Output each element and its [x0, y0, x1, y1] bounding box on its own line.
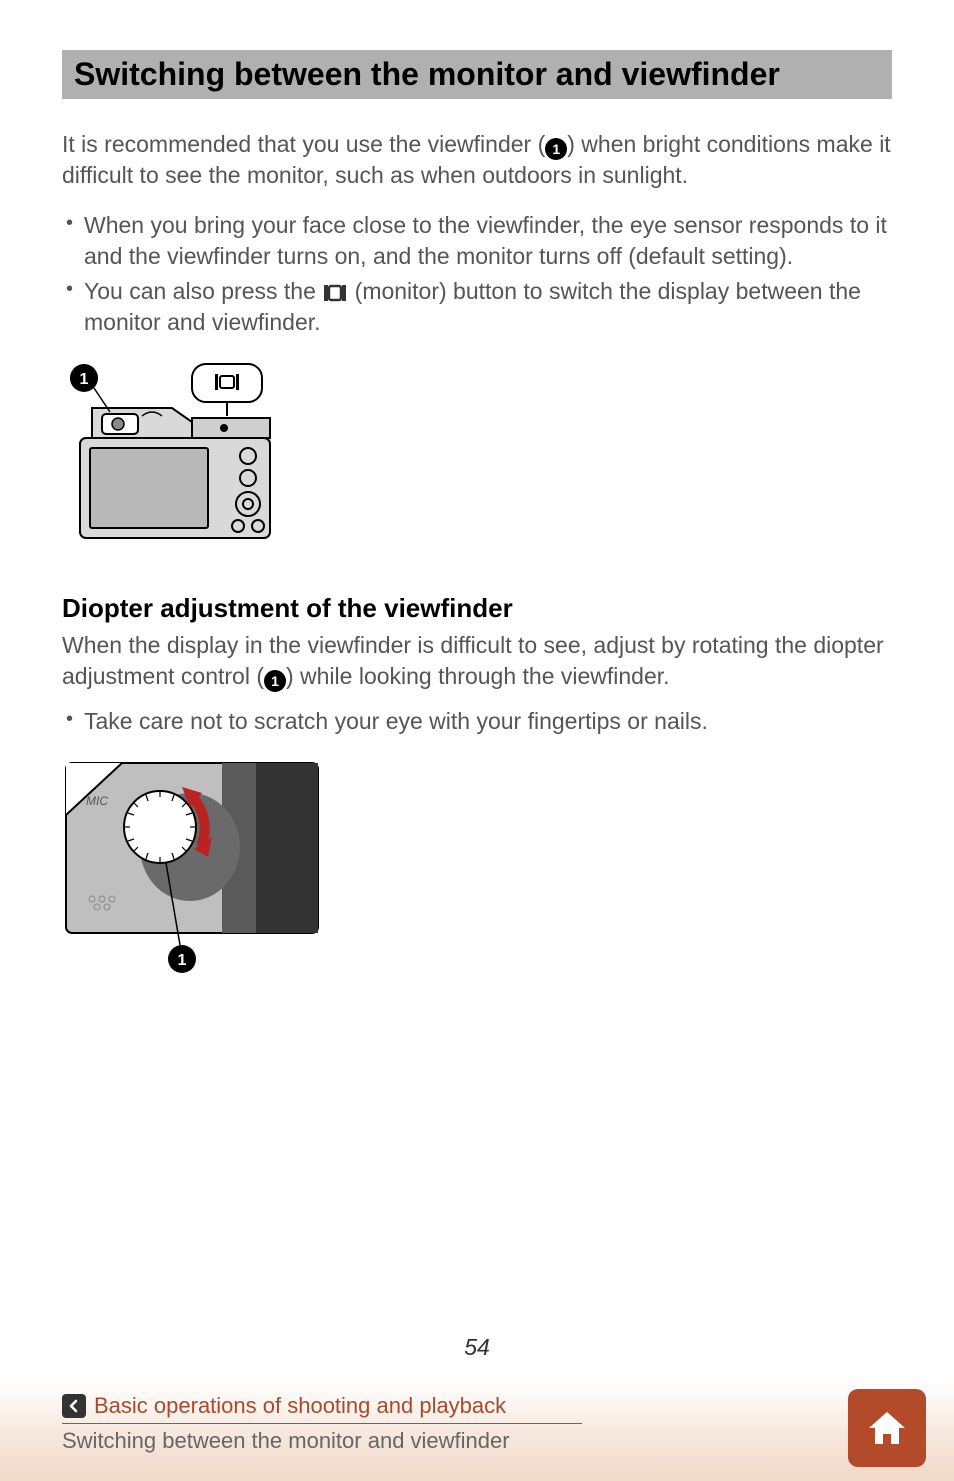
callout-marker-1: 1: [545, 138, 567, 160]
footer-inner: Basic operations of shooting and playbac…: [62, 1393, 804, 1454]
footer-divider: [62, 1423, 582, 1424]
home-button[interactable]: [848, 1389, 926, 1467]
bullet-item-1: When you bring your face close to the vi…: [62, 210, 892, 272]
bullet-item-2: You can also press the (monitor) button …: [62, 276, 892, 338]
page-number: 54: [0, 1334, 954, 1361]
callout-marker-1b: 1: [264, 670, 286, 692]
diopter-body: When the display in the viewfinder is di…: [62, 630, 892, 693]
intro-bullet-list: When you bring your face close to the vi…: [62, 210, 892, 338]
intro-paragraph: It is recommended that you use the viewf…: [62, 129, 892, 192]
diopter-bullet-1: Take care not to scratch your eye with y…: [62, 706, 892, 737]
svg-text:1: 1: [80, 371, 89, 388]
monitor-button-icon: [322, 283, 348, 303]
diopter-body-after: ) while looking through the viewfinder.: [286, 663, 670, 689]
diopter-bullet-list: Take care not to scratch your eye with y…: [62, 706, 892, 737]
footer-chapter-text: Basic operations of shooting and playbac…: [94, 1393, 506, 1419]
section-title: Switching between the monitor and viewfi…: [74, 56, 880, 93]
page-root: Switching between the monitor and viewfi…: [0, 0, 954, 1481]
camera-illustration-2: MIC 1: [62, 757, 892, 992]
page-footer: Basic operations of shooting and playbac…: [0, 1381, 954, 1481]
diopter-heading: Diopter adjustment of the viewfinder: [62, 593, 892, 624]
camera-illustration-1: 1: [62, 358, 892, 553]
back-icon: [62, 1394, 86, 1418]
footer-section-text: Switching between the monitor and viewfi…: [62, 1428, 804, 1454]
section-title-bar: Switching between the monitor and viewfi…: [62, 50, 892, 99]
intro-text-before: It is recommended that you use the viewf…: [62, 131, 545, 157]
footer-chapter-link[interactable]: Basic operations of shooting and playbac…: [62, 1393, 804, 1419]
bullet2-before: You can also press the: [84, 278, 322, 304]
svg-text:1: 1: [178, 952, 187, 969]
home-icon: [863, 1404, 911, 1452]
svg-text:MIC: MIC: [86, 794, 108, 808]
